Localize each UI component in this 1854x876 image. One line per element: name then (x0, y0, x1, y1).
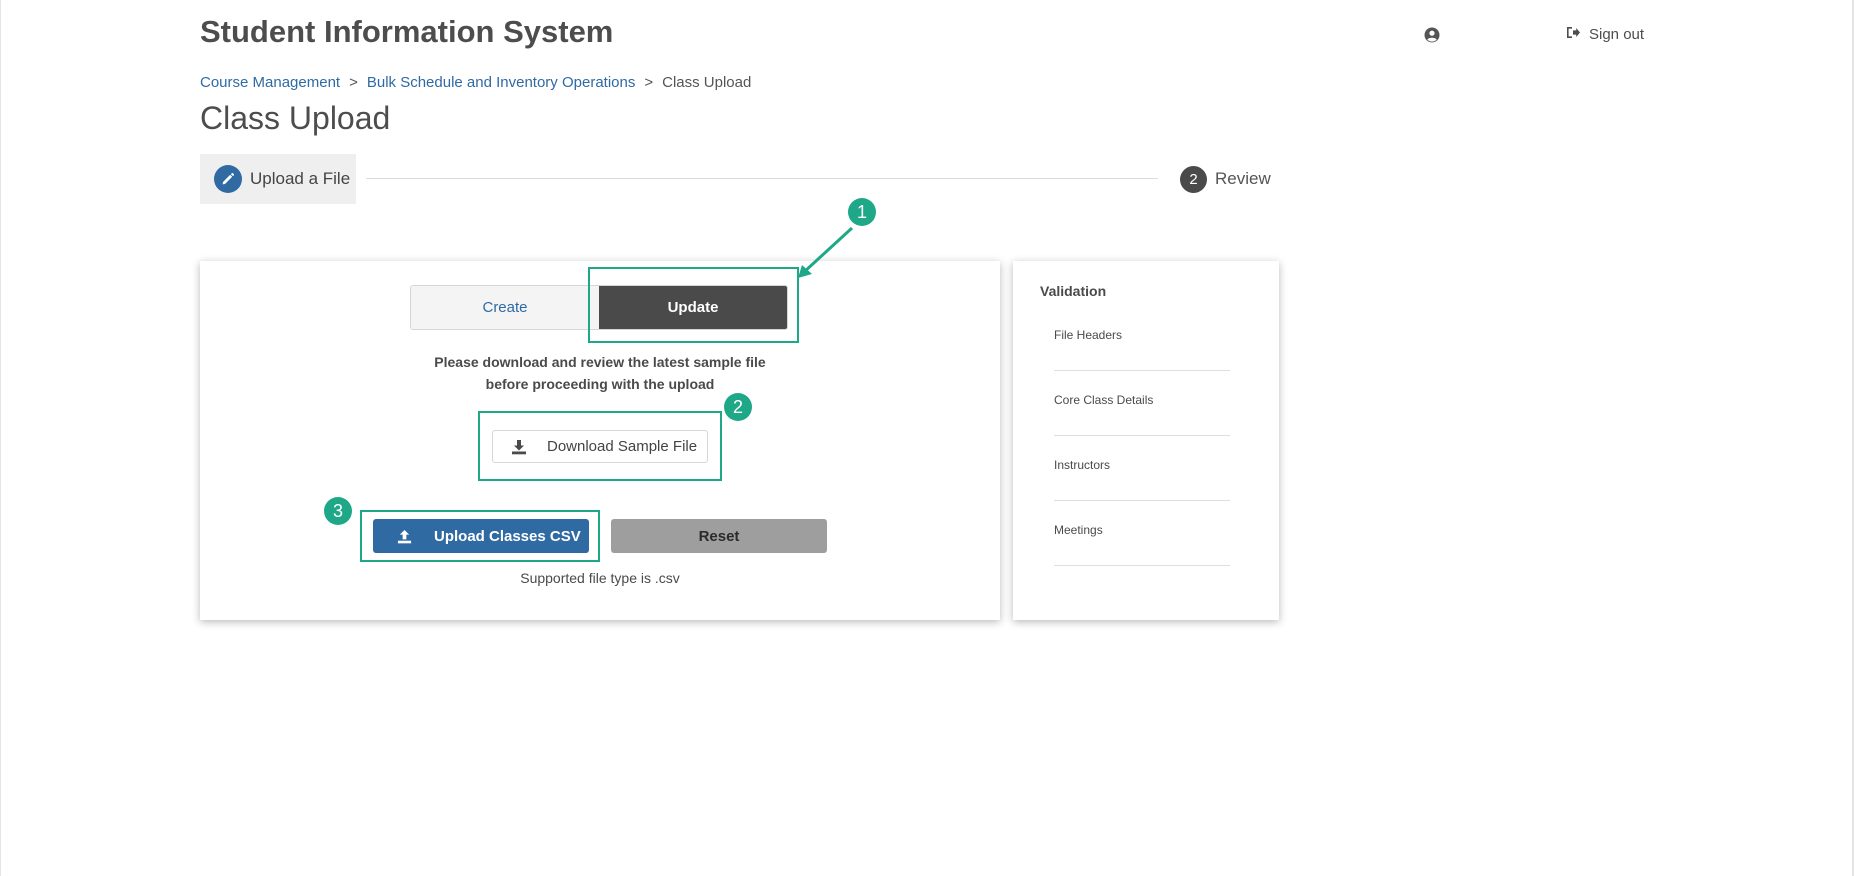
user-account-icon[interactable] (1424, 27, 1440, 43)
annotation-highlight-upload (360, 510, 600, 562)
instructions-line-1: Please download and review the latest sa… (434, 354, 766, 370)
breadcrumb-current: Class Upload (662, 74, 752, 91)
sign-out-icon (1566, 26, 1581, 43)
sign-out-button[interactable]: Sign out (1566, 26, 1644, 43)
page-title: Class Upload (200, 100, 391, 136)
annotation-arrow (798, 226, 854, 278)
instructions-line-2: before proceeding with the upload (485, 376, 715, 392)
sign-out-label: Sign out (1589, 26, 1645, 43)
annotation-badge-1: 1 (848, 198, 876, 226)
annotation-highlight-download (478, 411, 722, 481)
step-review-label: Review (1215, 169, 1271, 188)
annotation-badge-3: 3 (324, 497, 352, 525)
annotation-badge-2: 2 (724, 393, 752, 421)
breadcrumb-course-management[interactable]: Course Management (200, 74, 340, 91)
validation-item-instructors: Instructors (1054, 435, 1230, 501)
breadcrumb-separator: > (349, 74, 358, 91)
validation-item-core-class-details: Core Class Details (1054, 370, 1230, 436)
validation-item-meetings: Meetings (1054, 500, 1230, 566)
toggle-create[interactable]: Create (411, 286, 599, 329)
step-review-number: 2 (1180, 166, 1207, 193)
stepper-connector (366, 178, 1158, 179)
upload-instructions: Please download and review the latest sa… (400, 351, 800, 395)
step-upload-file-label: Upload a File (250, 169, 351, 188)
page-left-border (0, 0, 1, 876)
pencil-icon (214, 165, 242, 193)
breadcrumb-separator: > (644, 74, 654, 91)
step-upload-file: Upload a File (200, 154, 356, 204)
annotation-highlight-update (588, 267, 799, 343)
validation-item-file-headers: File Headers (1054, 305, 1230, 371)
reset-button[interactable]: Reset (611, 519, 827, 553)
supported-file-type-note: Supported file type is .csv (520, 570, 680, 586)
breadcrumb: Course Management > Bulk Schedule and In… (200, 74, 751, 91)
app-title: Student Information System (200, 14, 614, 49)
breadcrumb-bulk-operations[interactable]: Bulk Schedule and Inventory Operations (367, 74, 636, 91)
validation-title: Validation (1040, 283, 1107, 299)
